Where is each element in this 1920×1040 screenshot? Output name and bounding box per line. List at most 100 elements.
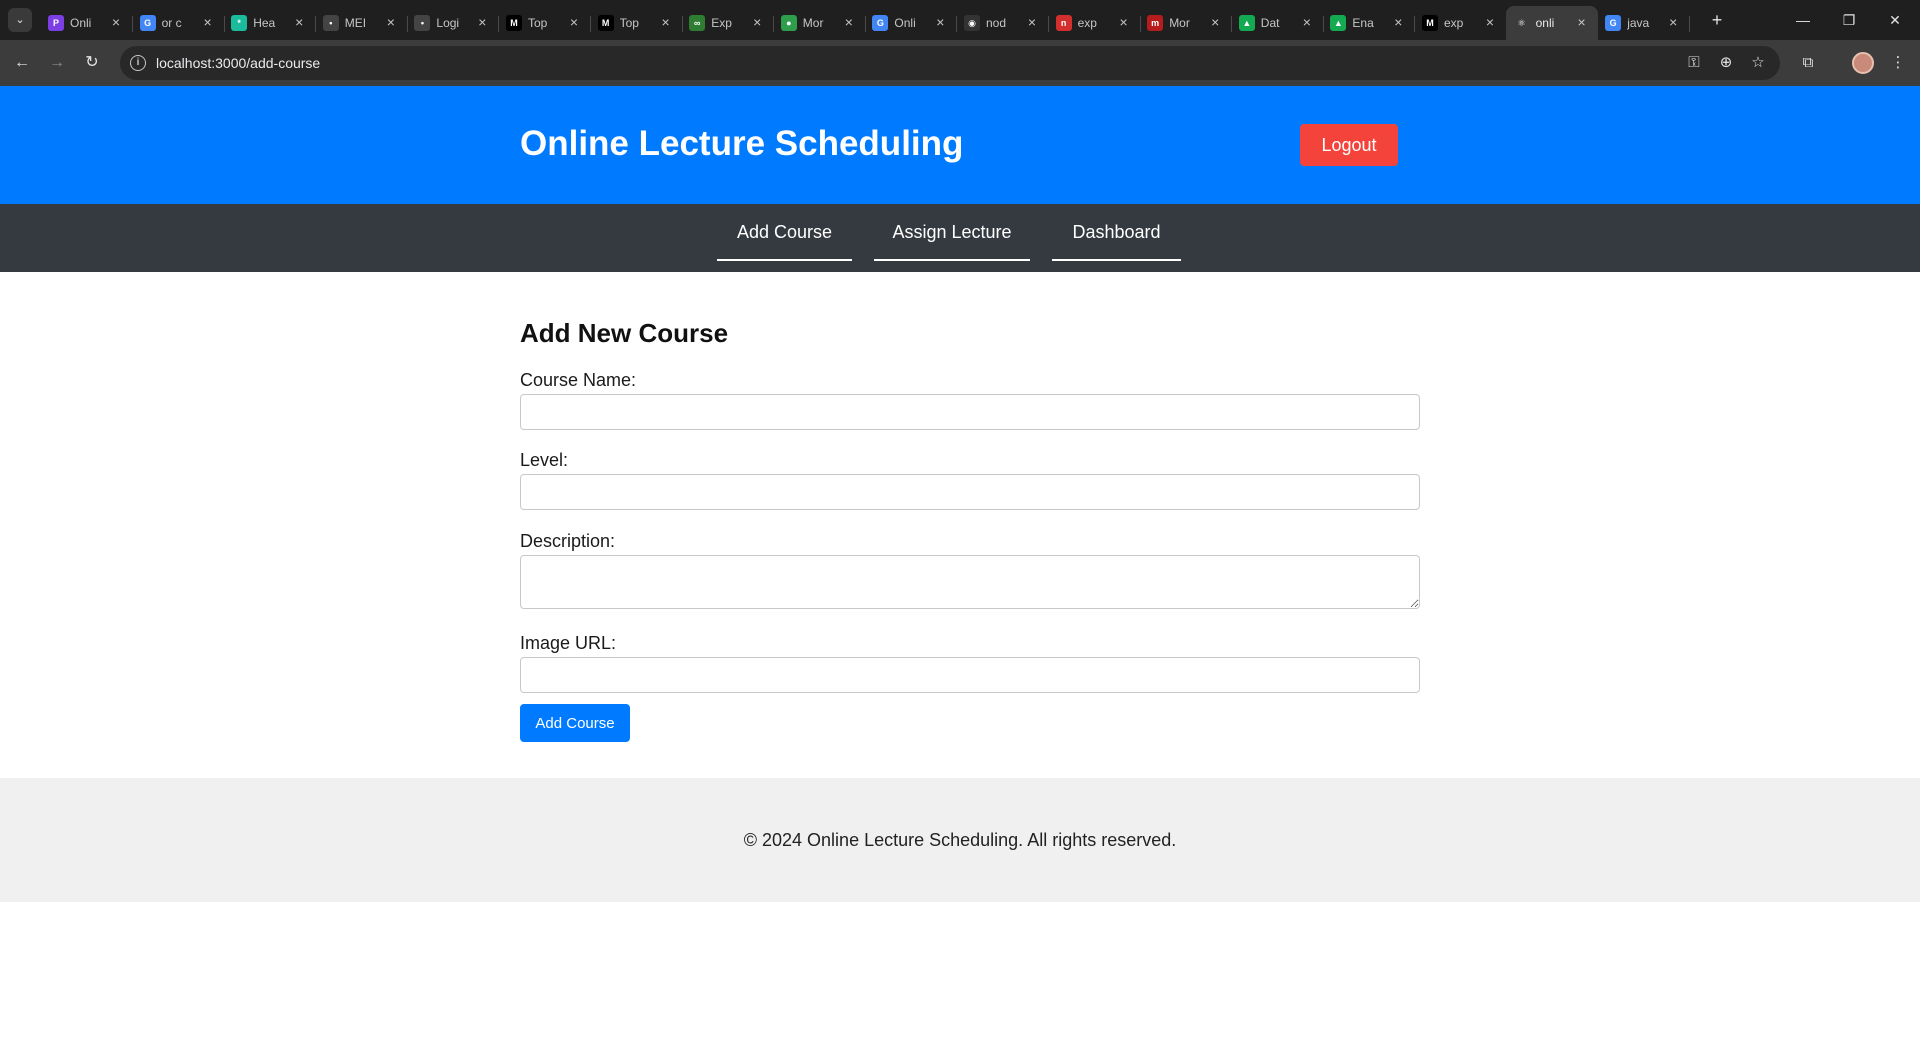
browser-tab[interactable]: ∞ Exp × [681, 6, 775, 40]
site-footer: © 2024 Online Lecture Scheduling. All ri… [0, 778, 1920, 902]
form-title: Add New Course [520, 318, 729, 348]
browser-tab[interactable]: Mexp × [1414, 6, 1506, 40]
footer-copyright: © 2024 Online Lecture Scheduling. All ri… [743, 830, 1177, 850]
restore-icon[interactable]: ❐ [1826, 0, 1872, 40]
tab-close-icon[interactable]: × [1116, 14, 1132, 30]
tab-search-chevron-icon[interactable]: ⌄ [8, 8, 32, 32]
site-info-icon[interactable]: i [130, 55, 146, 71]
browser-toolbar: ← → ↻ i localhost:3000/add-course ⚿ ⊕ ☆ … [0, 40, 1920, 86]
tab-close-icon[interactable]: × [1207, 14, 1223, 30]
tab-close-icon[interactable]: × [1574, 14, 1590, 30]
tab-close-icon[interactable]: × [841, 14, 857, 30]
browser-tab[interactable]: ▲ Dat × [1231, 6, 1324, 40]
level-label: Level: [520, 450, 569, 470]
password-key-icon[interactable]: ⚿ [1685, 54, 1703, 72]
browser-tab[interactable]: ▲ Ena × [1322, 6, 1416, 40]
tab-close-icon[interactable]: × [1665, 14, 1681, 30]
bookmark-star-icon[interactable]: ☆ [1749, 54, 1767, 72]
tab-close-icon[interactable]: × [108, 14, 124, 30]
browser-tab[interactable]: • Logi × [406, 6, 500, 40]
profile-avatar[interactable] [1852, 52, 1874, 74]
browser-tab-title: Top [619, 16, 639, 30]
logout-button[interactable]: Logout [1300, 124, 1398, 166]
purple-logo-icon: P [48, 15, 64, 31]
browser-tab-title: Ena [1352, 16, 1374, 30]
browser-tab[interactable]: ● Mor × [773, 6, 866, 40]
description-textarea[interactable] [520, 555, 1420, 609]
mongodb-leaf-icon: ▲ [1238, 15, 1255, 31]
tab-close-icon[interactable]: × [932, 14, 948, 30]
address-bar[interactable]: i localhost:3000/add-course ⚿ ⊕ ☆ [120, 46, 1780, 80]
browser-tab[interactable]: * Hea × [223, 6, 317, 40]
nav-link-dashboard[interactable]: Dashboard [1052, 204, 1181, 261]
browser-tab-title: Hea [253, 16, 276, 30]
github-icon: ◉ [964, 15, 980, 31]
level-input[interactable] [520, 474, 1420, 510]
browser-tab-title: Onli [894, 16, 916, 30]
browser-tab-title: java [1627, 16, 1650, 30]
main-nav: Add Course Assign Lecture Dashboard [0, 204, 1920, 272]
tab-close-icon[interactable]: × [658, 14, 674, 30]
extensions-puzzle-icon[interactable]: ⧉ [1796, 51, 1820, 75]
leaf-logo-icon: • [414, 15, 431, 31]
asterisk-logo-icon: * [231, 15, 248, 31]
google-icon: G [139, 15, 156, 31]
tab-close-icon[interactable]: × [749, 14, 765, 30]
browser-tab-title: Mor [1169, 16, 1190, 30]
red-logo-icon: m [1147, 15, 1164, 31]
reload-icon[interactable]: ↻ [78, 49, 106, 77]
browser-tab-title: Exp [711, 16, 732, 30]
browser-tab[interactable]: G Onli × [864, 6, 958, 40]
tab-separator [1689, 16, 1691, 32]
web-page: Online Lecture Scheduling Logout Add Cou… [0, 86, 1920, 1040]
browser-tab[interactable]: Gjava × [1597, 6, 1691, 40]
browser-tab[interactable]: M Top × [590, 6, 683, 40]
tab-close-icon[interactable]: × [1024, 14, 1040, 30]
add-course-submit-button[interactable]: Add Course [520, 704, 630, 742]
course-name-label: Course Name: [520, 370, 637, 390]
browser-tab[interactable]: n exp × [1048, 6, 1141, 40]
browser-tab-title: exp [1444, 16, 1464, 30]
new-tab-plus-icon[interactable]: + [1705, 8, 1729, 32]
mongodb-leaf-icon: ▲ [1330, 15, 1347, 31]
browser-tab-strip: ⌄ P Onli × Gor c × * Hea × • MEI × • Logi × M Top × M Top ×… [0, 0, 1920, 40]
browser-tab-title: MEI [344, 16, 367, 30]
browser-tab[interactable]: ⚛ onli × [1505, 6, 1598, 40]
course-name-input[interactable] [520, 394, 1420, 430]
image-url-label: Image URL: [520, 633, 617, 653]
medium-icon: M [506, 15, 522, 31]
browser-tab-title: Mor [802, 16, 824, 30]
tab-close-icon[interactable]: × [1299, 14, 1315, 30]
browser-tab[interactable]: P Onli × [40, 6, 133, 40]
browser-menu-icon[interactable]: ⋮ [1886, 51, 1910, 75]
tab-close-icon[interactable]: × [1390, 14, 1406, 30]
nav-link-assign-lecture[interactable]: Assign Lecture [874, 204, 1030, 261]
nav-link-add-course[interactable]: Add Course [717, 204, 852, 261]
browser-tab[interactable]: • MEI × [315, 6, 408, 40]
tab-close-icon[interactable]: × [1482, 14, 1498, 30]
tab-close-icon[interactable]: × [383, 14, 399, 30]
description-label: Description: [520, 531, 616, 551]
medium-icon: M [597, 15, 614, 31]
browser-tab-title: nod [986, 16, 1007, 30]
zoom-icon[interactable]: ⊕ [1717, 54, 1735, 72]
forward-arrow-icon[interactable]: → [43, 49, 71, 77]
link-logo-icon: ∞ [689, 15, 706, 31]
tab-close-icon[interactable]: × [474, 14, 490, 30]
image-url-input[interactable] [520, 657, 1420, 693]
tab-close-icon[interactable]: × [291, 14, 307, 30]
leaf-logo-icon: • [322, 15, 339, 31]
browser-tab-title: Onli [70, 16, 92, 30]
close-window-icon[interactable]: ✕ [1872, 0, 1918, 40]
browser-tab[interactable]: m Mor × [1139, 6, 1233, 40]
browser-tab[interactable]: ◉ nod × [956, 6, 1049, 40]
back-arrow-icon[interactable]: ← [8, 49, 36, 77]
google-icon: G [1605, 15, 1622, 31]
site-title: Online Lecture Scheduling [520, 124, 964, 163]
browser-tab[interactable]: Gor c × [132, 6, 225, 40]
tab-close-icon[interactable]: × [200, 14, 216, 30]
address-bar-url[interactable]: localhost:3000/add-course [156, 55, 320, 71]
minimize-icon[interactable]: — [1780, 0, 1826, 40]
tab-close-icon[interactable]: × [566, 14, 582, 30]
browser-tab[interactable]: M Top × [498, 6, 591, 40]
